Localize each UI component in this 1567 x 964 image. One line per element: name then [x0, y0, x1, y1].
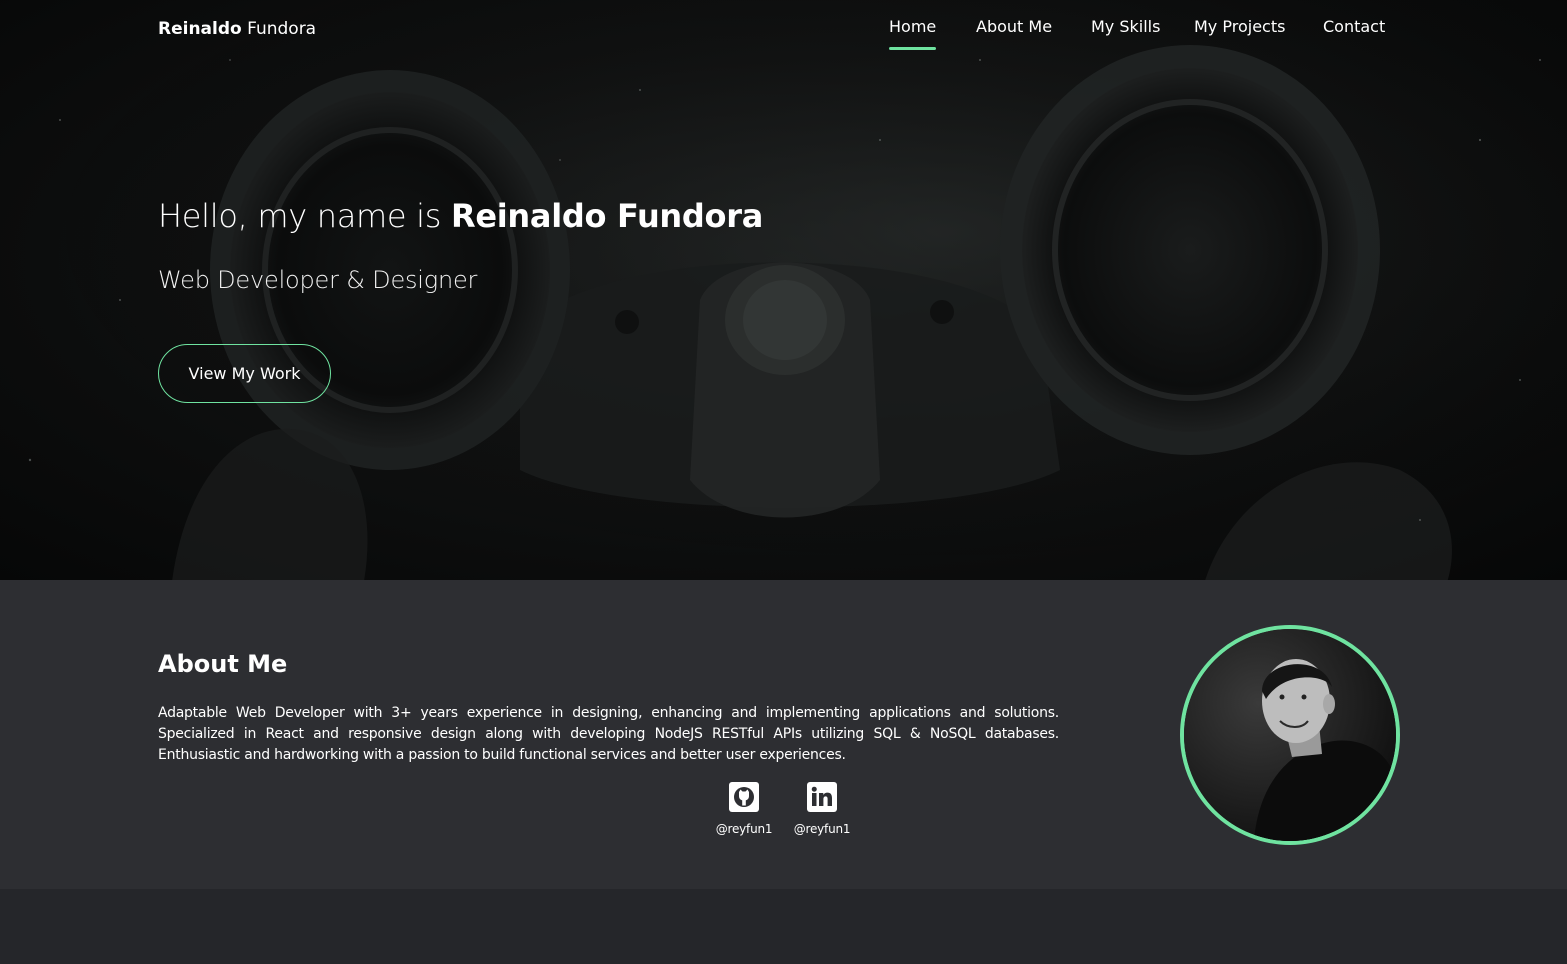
- nav-item-home[interactable]: Home: [889, 17, 937, 51]
- github-icon: [729, 782, 759, 812]
- profile-photo: [1184, 629, 1396, 841]
- hero-title: Hello, my name is Reinaldo Fundora: [158, 197, 763, 235]
- linkedin-handle: @reyfun1: [793, 822, 851, 836]
- about-section: About Me Adaptable Web Developer with 3+…: [0, 580, 1567, 889]
- view-my-work-button[interactable]: View My Work: [158, 344, 331, 403]
- page-footer-area: [0, 889, 1567, 964]
- hero-greeting: Hello, my name is: [158, 197, 451, 235]
- nav-item-my-skills[interactable]: My Skills: [1091, 17, 1160, 51]
- main-nav: Home About Me My Skills My Projects Cont…: [0, 17, 1567, 53]
- hero-name: Reinaldo Fundora: [451, 197, 763, 235]
- hero-section: Reinaldo Fundora Home About Me My Skills…: [0, 0, 1567, 580]
- nav-item-contact[interactable]: Contact: [1323, 17, 1385, 51]
- avatar: [1180, 625, 1400, 845]
- github-handle: @reyfun1: [715, 822, 773, 836]
- nav-item-about-me[interactable]: About Me: [976, 17, 1052, 51]
- linkedin-link[interactable]: @reyfun1: [787, 782, 857, 836]
- nav-item-my-projects[interactable]: My Projects: [1194, 17, 1285, 51]
- about-description: Adaptable Web Developer with 3+ years ex…: [158, 705, 1059, 763]
- github-link[interactable]: @reyfun1: [709, 782, 779, 836]
- about-title: About Me: [158, 650, 288, 678]
- linkedin-icon: [807, 782, 837, 812]
- hero-subtitle: Web Developer & Designer: [158, 266, 478, 294]
